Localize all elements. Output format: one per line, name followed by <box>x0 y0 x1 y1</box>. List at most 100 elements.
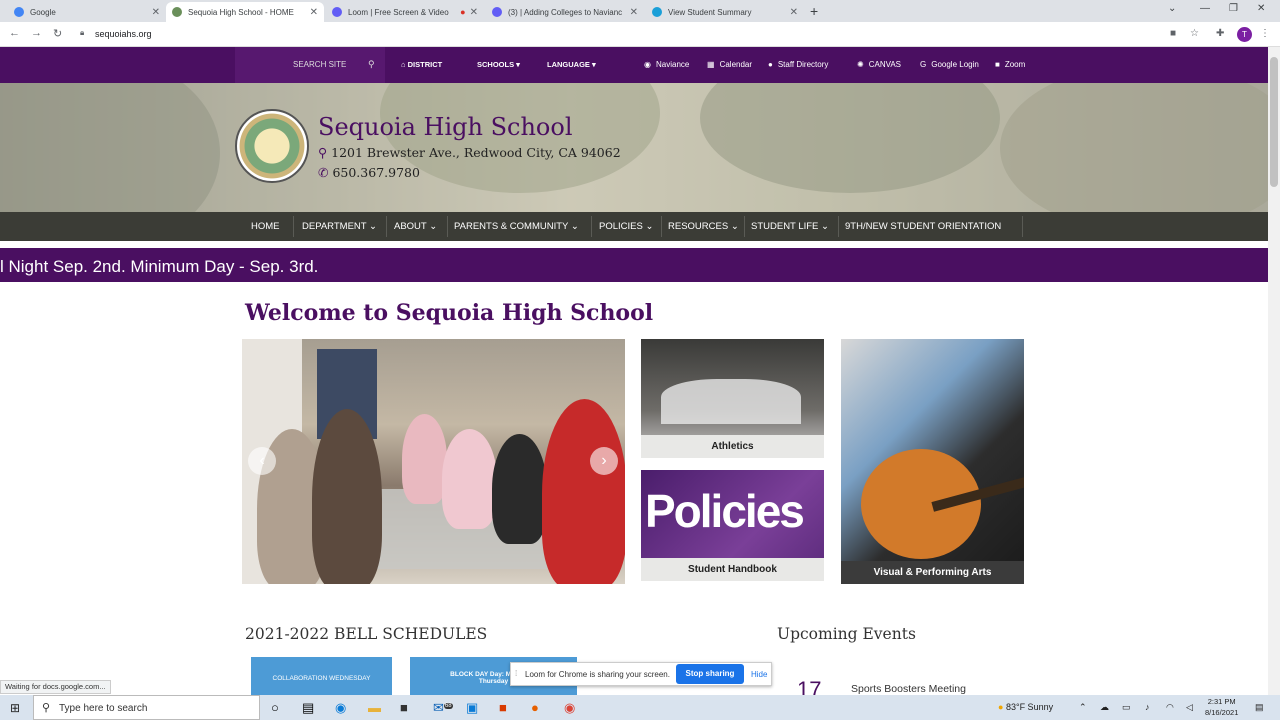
profile-avatar[interactable]: T <box>1237 27 1252 42</box>
network-icon[interactable]: ◠ <box>1166 702 1174 713</box>
carousel-next-button[interactable]: › <box>590 447 618 475</box>
forward-icon[interactable]: → <box>31 27 42 39</box>
phone-icon: ✆ <box>318 165 333 180</box>
athletics-caption: Athletics <box>641 435 824 458</box>
task-view-icon[interactable]: ▤ <box>302 700 314 716</box>
cortana-icon[interactable]: ○ <box>271 700 279 715</box>
collaboration-schedule-button[interactable]: COLLABORATION WEDNESDAY <box>251 657 392 695</box>
image-carousel[interactable]: ‹ › <box>242 339 625 584</box>
microphone-icon[interactable]: ♪ <box>1145 702 1150 712</box>
district-link[interactable]: ⌂ DISTRICT <box>401 60 442 69</box>
google-login-link[interactable]: G Google Login <box>920 60 979 69</box>
ticker-text[interactable]: l Night Sep. 2nd. Minimum Day - Sep. 3rd… <box>0 257 318 277</box>
tab-student-summary[interactable]: View Student Summary ✕ <box>646 2 804 22</box>
banner-overlay <box>0 83 1268 212</box>
extensions-icon[interactable]: ✚ <box>1216 28 1224 39</box>
main-navigation: HOME DEPARTMENT ⌄ ABOUT ⌄ PARENTS & COMM… <box>0 212 1268 241</box>
carousel-person <box>402 414 447 504</box>
tab-loom[interactable]: Loom | Free Screen & Video ● ✕ <box>326 2 484 22</box>
visual-performing-arts-tile[interactable]: Visual & Performing Arts <box>841 339 1024 584</box>
store-icon[interactable]: ■ <box>400 700 408 715</box>
staff-directory-link[interactable]: ● Staff Directory <box>768 60 828 69</box>
language-dropdown[interactable]: LANGUAGE ▾ <box>547 60 596 69</box>
windows-start-icon[interactable]: ⊞ <box>10 701 20 715</box>
upcoming-events-heading: Upcoming Events <box>777 625 916 643</box>
reload-icon[interactable]: ↻ <box>53 27 62 40</box>
drag-handle-icon[interactable]: ⁞ <box>515 669 517 678</box>
nav-resources[interactable]: RESOURCES ⌄ <box>668 221 739 232</box>
mail-icon[interactable]: ✉68 <box>433 700 453 716</box>
stop-sharing-button[interactable]: Stop sharing <box>676 664 744 684</box>
search-icon: ⚲ <box>42 702 51 714</box>
hide-button[interactable]: Hide <box>751 670 767 679</box>
window-close-icon[interactable]: ✕ <box>1257 3 1265 14</box>
page-scrollbar[interactable] <box>1268 47 1280 695</box>
firefox-icon[interactable]: ● <box>531 700 539 715</box>
chrome-icon[interactable]: ◉ <box>564 700 575 716</box>
home-icon: ⌂ <box>401 60 408 69</box>
schools-dropdown[interactable]: SCHOOLS ▾ <box>477 60 520 69</box>
loom-icon <box>332 7 342 17</box>
nav-about[interactable]: ABOUT ⌄ <box>394 221 437 232</box>
student-handbook-tile[interactable]: Policies Student Handbook <box>641 470 824 581</box>
carousel-prev-button[interactable]: ‹ <box>248 447 276 475</box>
url-field[interactable]: sequoiahs.org <box>95 29 152 39</box>
nav-divider <box>293 216 294 237</box>
zoom-link[interactable]: ■ Zoom <box>995 60 1025 69</box>
bookmark-star-icon[interactable]: ☆ <box>1190 28 1199 39</box>
athletics-tile[interactable]: Athletics <box>641 339 824 458</box>
close-icon[interactable]: ✕ <box>790 7 798 18</box>
minimize-icon[interactable]: — <box>1200 3 1210 14</box>
nav-divider <box>386 216 387 237</box>
arts-caption: Visual & Performing Arts <box>841 561 1024 584</box>
tray-chevron-icon[interactable]: ⌃ <box>1079 702 1087 713</box>
event-title[interactable]: Sports Boosters Meeting <box>851 683 966 695</box>
app-icon[interactable]: ▣ <box>466 700 478 716</box>
nav-divider <box>1022 216 1023 237</box>
status-bubble: Waiting for docs.google.com... <box>0 680 111 694</box>
close-icon[interactable]: ✕ <box>152 7 160 18</box>
calendar-icon: ▦ <box>707 60 715 69</box>
nav-orientation[interactable]: 9TH/NEW STUDENT ORIENTATION <box>845 221 1001 232</box>
printer-icon[interactable]: ▭ <box>1122 702 1131 713</box>
taskbar-search[interactable]: ⚲ Type here to search <box>33 695 260 720</box>
edge-icon[interactable]: ◉ <box>335 700 346 716</box>
nav-student-life[interactable]: STUDENT LIFE ⌄ <box>751 221 829 232</box>
camera-icon[interactable]: ■ <box>1170 28 1176 39</box>
nav-department[interactable]: DEPARTMENT ⌄ <box>302 221 377 232</box>
event-date: 17 <box>797 677 822 695</box>
tab-google[interactable]: Google ✕ <box>8 2 166 22</box>
nav-home[interactable]: HOME <box>251 221 280 232</box>
weather-widget[interactable]: ● 83°F Sunny <box>998 702 1053 712</box>
tab-search-icon[interactable]: ⌄ <box>1168 3 1176 14</box>
close-icon[interactable]: ✕ <box>630 7 638 18</box>
file-explorer-icon[interactable]: ▬ <box>368 700 381 715</box>
school-logo[interactable] <box>235 109 309 183</box>
canvas-link[interactable]: ✺ CANVAS <box>857 60 901 69</box>
volume-icon[interactable]: ◁ <box>1186 702 1193 713</box>
close-icon[interactable]: ✕ <box>470 7 478 18</box>
nav-parents-community[interactable]: PARENTS & COMMUNITY ⌄ <box>454 221 579 232</box>
nav-policies[interactable]: POLICIES ⌄ <box>599 221 653 232</box>
back-icon[interactable]: ← <box>9 27 20 39</box>
maximize-icon[interactable]: ❐ <box>1229 3 1238 14</box>
new-tab-button[interactable]: + <box>810 3 818 19</box>
system-clock[interactable]: 2:31 PM 8/16/2021 <box>1205 696 1238 718</box>
scrollbar-thumb[interactable] <box>1270 57 1278 187</box>
notifications-icon[interactable]: ▤ <box>1255 702 1264 713</box>
address-bar: ← → ↻ 🔒︎ sequoiahs.org ■ ☆ ✚ T ⋮ <box>0 22 1280 47</box>
nav-divider <box>447 216 448 237</box>
onedrive-icon[interactable]: ☁ <box>1100 702 1109 713</box>
school-name[interactable]: Sequoia High School <box>318 113 573 141</box>
naviance-link[interactable]: ◉ Naviance <box>644 60 689 69</box>
tab-sequoia[interactable]: Sequoia High School - HOME ✕ <box>166 2 324 22</box>
site-search[interactable]: SEARCH SITE ⚲ <box>235 47 385 83</box>
people-icon: ● <box>768 60 773 69</box>
tab-naviance[interactable]: (3) | Adding Colleges to Navianc ✕ <box>486 2 644 22</box>
menu-icon[interactable]: ⋮ <box>1260 28 1270 39</box>
carousel-person <box>442 429 497 529</box>
close-icon[interactable]: ✕ <box>310 7 318 18</box>
search-icon[interactable]: ⚲ <box>368 59 375 70</box>
calendar-link[interactable]: ▦ Calendar <box>707 60 752 69</box>
office-icon[interactable]: ■ <box>499 700 507 715</box>
